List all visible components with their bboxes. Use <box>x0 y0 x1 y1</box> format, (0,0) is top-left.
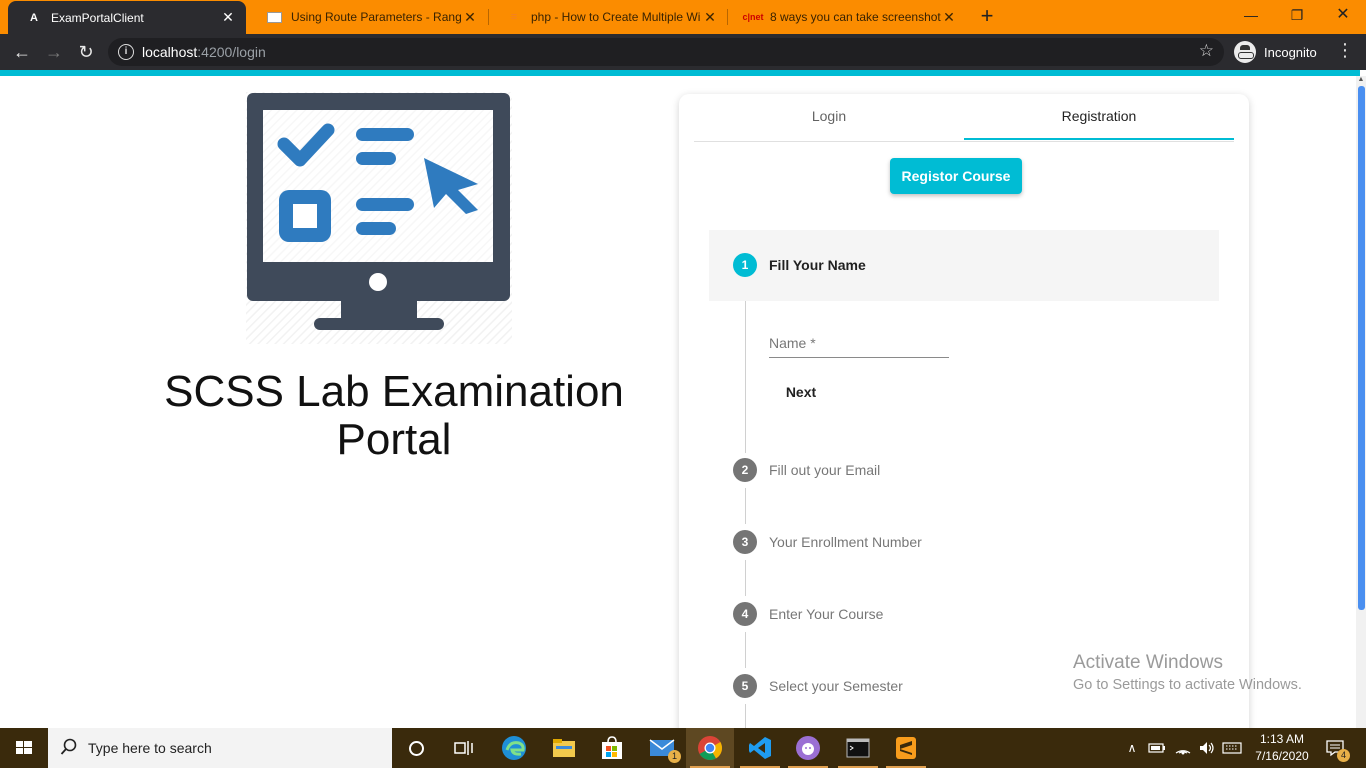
sublime-text-icon[interactable] <box>882 728 930 768</box>
github-desktop-icon[interactable] <box>784 728 832 768</box>
watermark-subtitle: Go to Settings to activate Windows. <box>1073 677 1302 693</box>
taskbar-search-box[interactable]: Type here to search <box>48 728 392 768</box>
windows-start-button[interactable] <box>0 728 48 768</box>
incognito-indicator[interactable]: Incognito <box>1234 38 1317 66</box>
search-placeholder: Type here to search <box>88 740 212 756</box>
tab-login[interactable]: Login <box>694 94 964 142</box>
step-label-2[interactable]: Fill out your Email <box>769 462 880 478</box>
step-label-5[interactable]: Select your Semester <box>769 678 903 694</box>
clock-time: 1:13 AM <box>1259 732 1305 746</box>
step-label-3[interactable]: Your Enrollment Number <box>769 534 922 550</box>
battery-icon[interactable] <box>1146 728 1168 768</box>
step-label-1: Fill Your Name <box>769 257 866 273</box>
file-explorer-icon[interactable] <box>540 728 588 768</box>
tab-title: ExamPortalClient <box>51 10 144 25</box>
command-prompt-icon[interactable] <box>834 728 882 768</box>
clock-date: 7/16/2020 <box>1255 749 1309 763</box>
step-number-3[interactable]: 3 <box>733 530 757 554</box>
auth-tab-group: Login Registration <box>694 94 1234 142</box>
step-number-4[interactable]: 4 <box>733 602 757 626</box>
close-tab-icon[interactable]: ✕ <box>220 9 236 26</box>
mail-icon[interactable]: 1 <box>638 728 686 768</box>
browser-tab-rangle[interactable]: Using Route Parameters - Rangle ✕ <box>248 0 488 34</box>
browser-tab-strip: A ExamPortalClient ✕ Using Route Paramet… <box>0 0 1366 34</box>
notification-badge: 4 <box>1337 749 1350 762</box>
step-number-1: 1 <box>733 253 757 277</box>
next-button[interactable]: Next <box>769 376 833 408</box>
tab-title: Using Route Parameters - Rangle <box>291 10 462 24</box>
browser-toolbar: ← → ↻ i localhost:4200/login ☆ <box>0 34 1366 70</box>
back-arrow-icon[interactable]: ← <box>10 40 34 64</box>
tab-title: 8 ways you can take screenshots <box>770 10 941 24</box>
close-window-icon[interactable]: ✕ <box>1320 0 1366 30</box>
action-center-icon[interactable]: 4 <box>1320 728 1350 768</box>
step-label-4[interactable]: Enter Your Course <box>769 606 883 622</box>
new-tab-button[interactable]: + <box>976 4 998 28</box>
url-host: localhost <box>142 44 198 60</box>
step-connector <box>745 632 746 668</box>
tab-registration[interactable]: Registration <box>964 94 1234 142</box>
search-icon <box>60 738 77 755</box>
forward-arrow-icon[interactable]: → <box>42 40 66 64</box>
close-tab-icon[interactable]: ✕ <box>941 9 957 26</box>
chrome-icon[interactable] <box>686 728 734 768</box>
vscode-icon[interactable] <box>736 728 784 768</box>
site-info-icon[interactable]: i <box>118 44 134 60</box>
reload-icon[interactable]: ↻ <box>74 40 98 64</box>
browser-menu-icon[interactable]: ⋮ <box>1336 40 1354 61</box>
close-tab-icon[interactable]: ✕ <box>702 9 718 26</box>
address-bar[interactable]: i localhost:4200/login ☆ <box>108 38 1224 66</box>
scrollbar-thumb[interactable] <box>1358 86 1365 610</box>
step-connector <box>745 301 746 453</box>
microsoft-store-icon[interactable] <box>588 728 636 768</box>
incognito-label: Incognito <box>1264 44 1317 60</box>
rangle-icon <box>266 9 282 25</box>
portal-title: SCSS Lab Examination Portal <box>164 367 624 464</box>
edge-browser-icon[interactable] <box>490 728 538 768</box>
stackoverflow-icon: ≡ <box>510 11 518 23</box>
system-clock[interactable]: 1:13 AM 7/16/2020 <box>1244 731 1320 765</box>
register-course-button[interactable]: Registor Course <box>890 158 1022 194</box>
url-path: :4200/login <box>197 44 266 60</box>
windows-taskbar: Type here to search 1 ∧ 1:13 AM 7/16/202… <box>0 728 1366 768</box>
app-header-bar <box>0 70 1360 76</box>
scroll-up-arrow-icon[interactable]: ▲ <box>1357 76 1365 84</box>
minimize-window-icon[interactable]: — <box>1228 0 1274 30</box>
close-tab-icon[interactable]: ✕ <box>462 9 478 26</box>
windows-logo-icon <box>16 741 32 754</box>
tab-title: php - How to Create Multiple Wi <box>531 10 701 24</box>
browser-tab-stackoverflow[interactable]: ≡ php - How to Create Multiple Wi ✕ <box>488 0 728 34</box>
incognito-icon <box>1234 41 1256 63</box>
show-hidden-icons-chevron-icon[interactable]: ∧ <box>1122 728 1142 768</box>
browser-tab-exam-portal[interactable]: A ExamPortalClient ✕ <box>8 1 246 34</box>
mail-badge: 1 <box>668 750 681 763</box>
volume-icon[interactable] <box>1196 728 1218 768</box>
cnet-icon: c|net <box>742 12 764 22</box>
name-field-placeholder: Name * <box>769 335 816 351</box>
tab-ink-bar <box>964 138 1234 140</box>
exam-monitor-illustration <box>246 92 512 344</box>
step-number-2[interactable]: 2 <box>733 458 757 482</box>
step-connector <box>745 488 746 524</box>
url-text: localhost:4200/login <box>142 44 266 60</box>
wifi-icon[interactable] <box>1172 728 1194 768</box>
browser-tab-cnet[interactable]: c|net 8 ways you can take screenshots ✕ <box>727 0 967 34</box>
step-connector <box>745 560 746 596</box>
step-number-5[interactable]: 5 <box>733 674 757 698</box>
activate-windows-watermark: Activate Windows Go to Settings to activ… <box>1073 652 1302 693</box>
keyboard-icon[interactable] <box>1220 728 1244 768</box>
angular-icon: A <box>30 11 38 24</box>
restore-window-icon[interactable]: ❐ <box>1274 0 1320 30</box>
bookmark-star-icon[interactable]: ☆ <box>1199 41 1214 61</box>
task-view-icon[interactable] <box>440 728 488 768</box>
watermark-title: Activate Windows <box>1073 652 1223 673</box>
cortana-icon[interactable] <box>392 728 440 768</box>
name-input[interactable]: Name * <box>769 332 949 358</box>
